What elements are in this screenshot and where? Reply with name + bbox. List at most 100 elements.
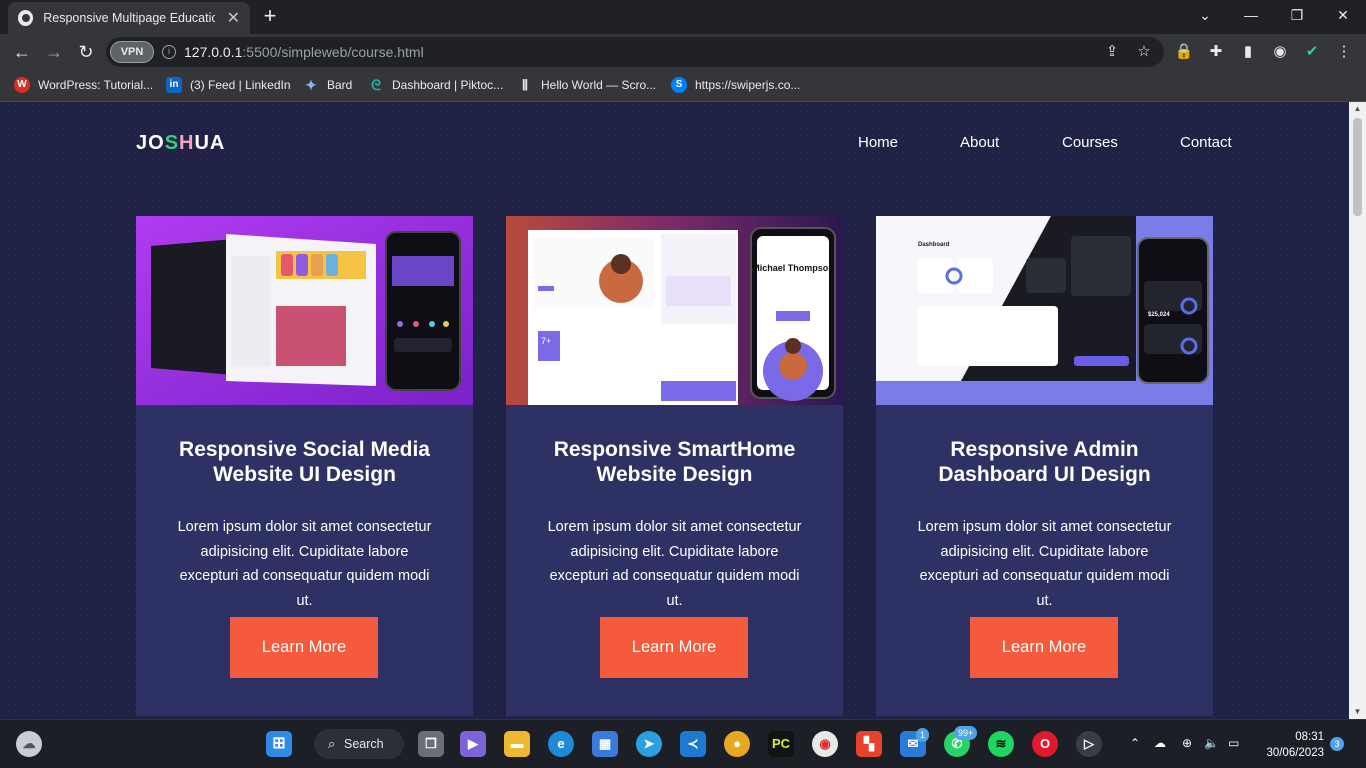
vscode-icon[interactable]: ≺ — [680, 731, 706, 757]
nav-link-about[interactable]: About — [960, 134, 999, 151]
new-tab-button[interactable]: + — [258, 4, 282, 28]
logo-text-part: H — [179, 132, 195, 154]
scrollbar-icon: ⫼ — [522, 78, 528, 92]
course-card-social-media: Responsive Social Media Website UI Desig… — [136, 216, 473, 716]
back-arrow-icon[interactable]: ← — [10, 40, 34, 64]
extensions-puzzle-icon[interactable]: ✚ — [1206, 42, 1226, 62]
thumb-dashboard-value: $25,024 — [1148, 312, 1170, 318]
learn-more-button[interactable]: Learn More — [970, 617, 1118, 678]
pycharm-icon[interactable]: PC — [768, 731, 794, 757]
profile-icon[interactable]: ◉ — [1270, 42, 1290, 62]
bookmarks-bar: W WordPress: Tutorial... in (3) Feed | Lin… — [0, 70, 1366, 102]
page-scrollbar[interactable]: ▲ ▼ — [1349, 102, 1366, 719]
tab-title: Responsive Multipage Education — [43, 11, 215, 25]
logo-text-part: UA — [194, 132, 226, 154]
opera-icon[interactable]: O — [1032, 731, 1058, 757]
scrollbar-thumb[interactable] — [1353, 118, 1362, 216]
microsoft-store-icon[interactable]: ▦ — [592, 731, 618, 757]
piktochart-icon: ᘓ — [371, 77, 381, 93]
show-hidden-icons-chevron-icon[interactable]: ⌃ — [1130, 736, 1140, 750]
bookmark-piktochart[interactable]: ᘓ Dashboard | Piktoc... — [368, 77, 503, 93]
thumb-person-name: Michael Thompson — [752, 263, 834, 273]
course-thumbnail-smarthome: 7+ Michael Thompson — [506, 216, 843, 405]
url-host: 127.0.0.1 — [184, 44, 243, 60]
telegram-icon[interactable]: ➤ — [636, 731, 662, 757]
taskbar-clock[interactable]: 08:31 30/06/2023 — [1254, 729, 1324, 761]
minimize-button[interactable]: — — [1228, 0, 1274, 30]
scroll-up-arrow-icon[interactable]: ▲ — [1349, 102, 1366, 116]
scroll-down-arrow-icon[interactable]: ▼ — [1349, 705, 1366, 719]
lock-extension-icon[interactable]: 🔒 — [1174, 42, 1194, 62]
media-player-icon[interactable]: ▷ — [1076, 731, 1102, 757]
bookmark-bard[interactable]: ✦ Bard — [303, 77, 352, 93]
side-panel-icon[interactable]: ▮ — [1238, 42, 1258, 62]
globe-icon — [18, 10, 34, 26]
bookmark-label: (3) Feed | LinkedIn — [190, 78, 291, 92]
more-menu-icon[interactable]: ⋮ — [1334, 42, 1354, 62]
browser-tab-strip: Responsive Multipage Education ✕ + ⌄ — ❐… — [0, 0, 1366, 34]
thumb-dashboard-title: Dashboard — [918, 242, 950, 248]
nav-link-courses[interactable]: Courses — [1062, 134, 1118, 151]
bookmark-linkedin[interactable]: in (3) Feed | LinkedIn — [166, 77, 291, 93]
browser-tab-active[interactable]: Responsive Multipage Education ✕ — [8, 2, 250, 34]
teams-chat-icon[interactable]: ▶ — [460, 731, 486, 757]
course-title: Responsive Admin Dashboard UI Design — [938, 438, 1151, 486]
nav-link-contact[interactable]: Contact — [1180, 134, 1232, 151]
language-globe-icon[interactable]: ⊕ — [1182, 736, 1192, 750]
bookmark-star-icon[interactable]: ☆ — [1134, 42, 1154, 60]
course-card-admin-dashboard: Dashboard $25,024 Responsive Admin Dashb… — [876, 216, 1213, 716]
bookmark-scrollbar[interactable]: ⫼ Hello World — Scro... — [517, 77, 656, 93]
taskbar-search[interactable]: ⌕ Search — [314, 729, 404, 759]
windows-start-icon[interactable]: ⊞ — [266, 731, 292, 757]
learn-more-button[interactable]: Learn More — [230, 617, 378, 678]
shield-extension-icon[interactable]: ✔ — [1302, 42, 1322, 62]
bookmark-wordpress[interactable]: W WordPress: Tutorial... — [14, 77, 153, 93]
clock-date: 30/06/2023 — [1266, 747, 1324, 759]
address-bar[interactable]: VPN i 127.0.0.1:5500/simpleweb/course.ht… — [106, 37, 1164, 67]
chrome-icon[interactable]: ◉ — [812, 731, 838, 757]
bookmark-label: Hello World — Scro... — [541, 78, 657, 92]
course-title: Responsive SmartHome Website Design — [553, 438, 796, 486]
close-window-button[interactable]: ✕ — [1320, 0, 1366, 30]
battery-icon[interactable]: ▭ — [1228, 736, 1239, 750]
onedrive-cloud-icon[interactable]: ☁ — [1154, 736, 1166, 750]
weather-icon[interactable]: ☁ — [16, 731, 42, 757]
wordpress-icon: W — [14, 77, 30, 93]
vpn-badge[interactable]: VPN — [110, 41, 154, 63]
course-description: Lorem ipsum dolor sit amet consectetur a… — [917, 519, 1172, 609]
forward-arrow-icon[interactable]: → — [42, 40, 66, 64]
edge-browser-icon[interactable]: e — [548, 731, 574, 757]
reload-icon[interactable]: ↻ — [74, 40, 98, 64]
volume-icon[interactable]: 🔈 — [1204, 736, 1219, 750]
spotify-icon[interactable]: ≋ — [988, 731, 1014, 757]
search-label: Search — [344, 737, 384, 751]
site-logo[interactable]: JOSHUA — [136, 132, 225, 155]
nav-link-home[interactable]: Home — [858, 134, 898, 151]
thumb-counter-text: 7+ — [541, 336, 551, 346]
url-text[interactable]: 127.0.0.1:5500/simpleweb/course.html — [184, 44, 424, 60]
course-thumbnail-social-media — [136, 216, 473, 405]
linkedin-icon: in — [166, 77, 182, 93]
search-icon: ⌕ — [328, 736, 336, 751]
whatsapp-badge: 99+ — [954, 726, 978, 740]
office-apps-icon[interactable]: ▚ — [856, 731, 882, 757]
vpn-app-icon[interactable]: ● — [724, 731, 750, 757]
mail-badge: 1 — [916, 728, 930, 742]
file-explorer-icon[interactable]: ▬ — [504, 731, 530, 757]
maximize-button[interactable]: ❐ — [1274, 0, 1320, 30]
task-view-icon[interactable]: ❐ — [418, 731, 444, 757]
bookmark-label: Dashboard | Piktoc... — [392, 78, 504, 92]
bookmark-swiper[interactable]: Shttps://swiperjs.co... — [671, 77, 800, 93]
learn-more-button[interactable]: Learn More — [600, 617, 748, 678]
bookmark-label: WordPress: Tutorial... — [38, 78, 154, 92]
course-thumbnail-admin-dashboard: Dashboard $25,024 — [876, 216, 1213, 405]
share-icon[interactable]: ⇪ — [1102, 42, 1122, 60]
tab-search-icon[interactable]: ⌄ — [1182, 0, 1228, 30]
bookmark-label: https://swiperjs.co... — [695, 78, 801, 92]
course-description: Lorem ipsum dolor sit amet consectetur a… — [547, 519, 802, 609]
notification-count-badge[interactable]: 3 — [1330, 737, 1344, 751]
site-info-icon[interactable]: i — [162, 45, 176, 59]
logo-text-part: JO — [136, 132, 165, 154]
browser-toolbar: ← → ↻ VPN i 127.0.0.1:5500/simpleweb/cou… — [0, 34, 1366, 70]
close-tab-icon[interactable]: ✕ — [227, 8, 240, 28]
